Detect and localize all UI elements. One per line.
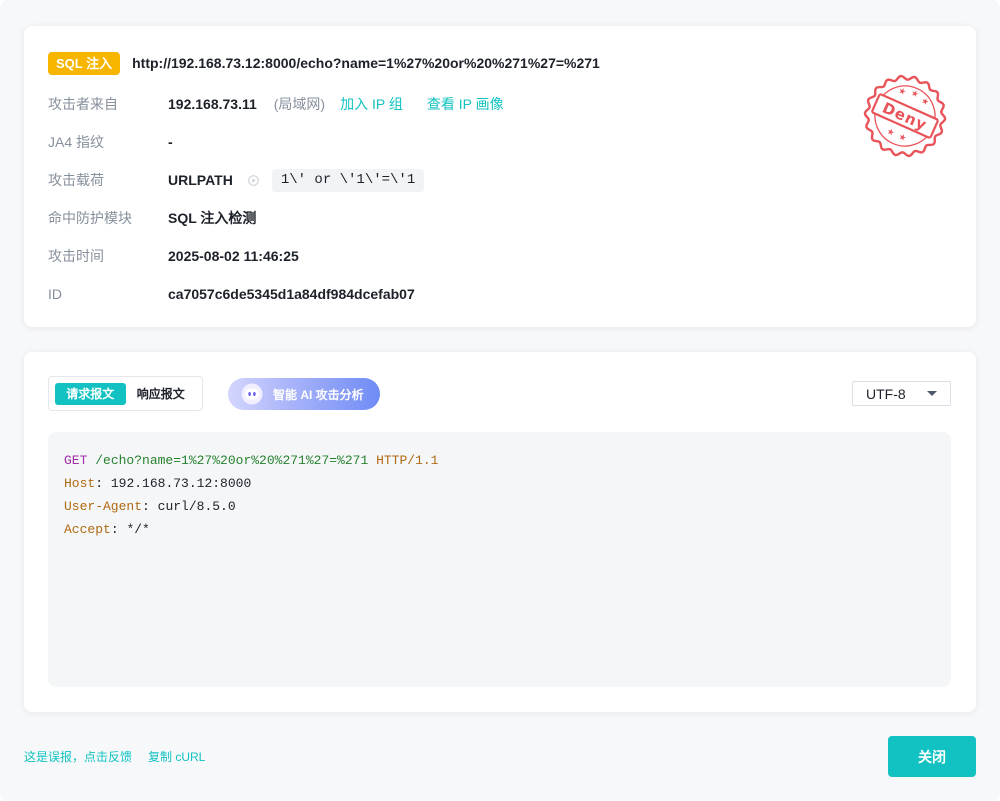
request-message-code: GET /echo?name=1%27%20or%20%271%27=%271 …	[48, 432, 951, 687]
ja4-value: -	[168, 134, 173, 150]
header-name: Accept	[64, 522, 111, 537]
encoding-selected-value: UTF-8	[866, 385, 906, 402]
time-row: 攻击时间 2025-08-02 11:46:25	[48, 237, 952, 275]
header-name: User-Agent	[64, 499, 143, 514]
ai-attack-analysis-label: 智能 AI 攻击分析	[273, 387, 364, 402]
payload-row: 攻击载荷 URLPATH 1\' or \'1\'=\'1	[48, 161, 952, 199]
time-label: 攻击时间	[48, 248, 104, 264]
event-id-row: ID ca7057c6de5345d1a84df984dcefab07	[48, 275, 952, 313]
attacker-network: (局域网)	[273, 96, 326, 112]
header-value: */*	[126, 522, 150, 537]
add-to-ip-group-link[interactable]: 加入 IP 组	[340, 94, 403, 114]
ai-attack-analysis-button[interactable]: 智能 AI 攻击分析	[228, 378, 380, 410]
close-button[interactable]: 关闭	[888, 736, 976, 777]
header-separator: :	[95, 476, 104, 491]
attack-url: http://192.168.73.12:8000/echo?name=1%27…	[132, 55, 600, 71]
http-version: HTTP/1.1	[376, 453, 439, 468]
attacker-row: 攻击者来自 192.168.73.11 (局域网) 加入 IP 组 查看 IP …	[48, 85, 952, 123]
ja4-label: JA4 指纹	[48, 134, 105, 150]
event-id-value: ca7057c6de5345d1a84df984dcefab07	[168, 286, 415, 302]
request-line: GET /echo?name=1%27%20or%20%271%27=%271 …	[64, 449, 935, 472]
header-separator: :	[142, 499, 150, 514]
header-value: 192.168.73.12:8000	[110, 476, 252, 491]
view-ip-profile-link[interactable]: 查看 IP 画像	[427, 94, 504, 114]
encoding-select[interactable]: UTF-8	[852, 381, 951, 406]
http-method: GET	[64, 453, 88, 468]
module-value: SQL 注入检测	[168, 210, 257, 226]
attacker-ip: 192.168.73.11	[168, 96, 257, 112]
ja4-row: JA4 指纹 -	[48, 123, 952, 161]
copy-curl-link[interactable]: 复制 cURL	[148, 749, 205, 765]
arrow-circle-icon[interactable]	[248, 174, 259, 186]
report-false-positive-link[interactable]: 这是误报，点击反馈	[24, 749, 132, 765]
request-path: /echo?name=1%27%20or%20%271%27=%271	[95, 453, 369, 468]
header-line: User-Agent: curl/8.5.0	[64, 495, 935, 518]
summary-header-row: SQL 注入 http://192.168.73.12:8000/echo?na…	[48, 51, 952, 75]
payload-location: URLPATH	[168, 172, 233, 188]
payload-label: 攻击载荷	[48, 172, 104, 188]
attack-type-badge: SQL 注入	[48, 51, 121, 75]
caret-down-icon	[927, 391, 937, 396]
header-line: Accept: */*	[64, 518, 935, 541]
module-row: 命中防护模块 SQL 注入检测	[48, 199, 952, 237]
event-id-label: ID	[48, 286, 62, 302]
header-separator: :	[110, 522, 119, 537]
tab-request-message[interactable]: 请求报文	[55, 382, 126, 405]
stamp-star	[910, 89, 920, 98]
attacker-label: 攻击者来自	[48, 96, 118, 112]
stamp-star	[898, 86, 907, 96]
header-value: curl/8.5.0	[157, 499, 236, 514]
ai-assistant-icon	[241, 383, 263, 405]
message-type-tabs: 请求报文 响应报文	[48, 376, 203, 411]
module-label: 命中防护模块	[48, 210, 132, 226]
deny-stamp: Deny	[863, 74, 947, 158]
time-value: 2025-08-02 11:46:25	[168, 248, 299, 264]
tab-response-message[interactable]: 响应报文	[126, 383, 197, 405]
header-name: Host	[64, 476, 96, 491]
stamp-star	[886, 127, 896, 137]
stamp-star	[898, 132, 908, 142]
payload-value-chip: 1\' or \'1\'=\'1	[271, 168, 425, 192]
attack-summary-card: SQL 注入 http://192.168.73.12:8000/echo?na…	[24, 26, 976, 327]
attack-detail-dialog: SQL 注入 http://192.168.73.12:8000/echo?na…	[0, 0, 1000, 801]
header-line: Host: 192.168.73.12:8000	[64, 472, 935, 495]
message-card: 请求报文 响应报文 智能 AI 攻击分析 UTF-8 GET /echo?nam…	[24, 352, 976, 712]
